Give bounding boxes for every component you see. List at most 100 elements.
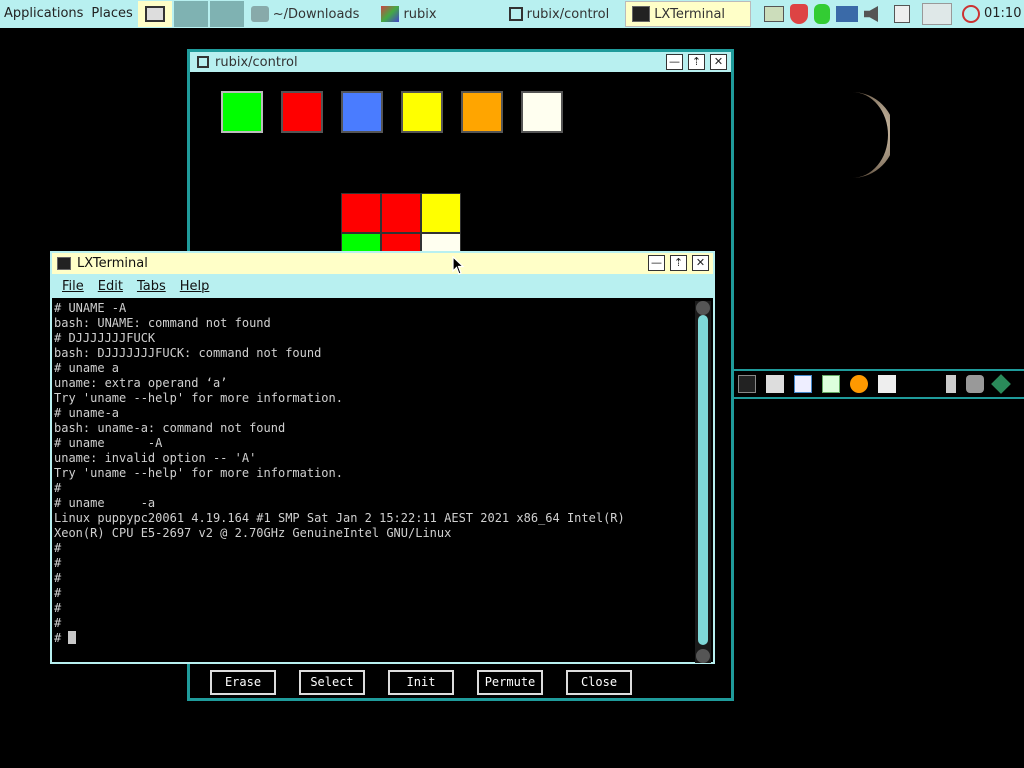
- volume-icon[interactable]: [864, 6, 878, 22]
- terminal-line: Linux puppypc20061 4.19.164 #1 SMP Sat J…: [54, 511, 625, 525]
- terminal-icon: [57, 257, 71, 270]
- window-titlebar[interactable]: rubix/control — ⇡ ✕: [190, 52, 731, 72]
- connect-icon[interactable]: [991, 374, 1011, 394]
- menu-file[interactable]: File: [62, 279, 84, 294]
- files-icon[interactable]: [766, 375, 784, 393]
- terminal-line: #: [54, 556, 62, 570]
- clock: 01:10: [984, 6, 1022, 21]
- menubar: File Edit Tabs Help: [52, 274, 713, 298]
- system-tray: [764, 0, 980, 28]
- close-button[interactable]: ✕: [692, 255, 709, 271]
- terminal-prompt-line[interactable]: #: [54, 631, 694, 646]
- palette-swatch[interactable]: [221, 91, 263, 133]
- places-menu[interactable]: Places: [87, 0, 136, 28]
- terminal-line: uname: invalid option -- 'A': [54, 451, 257, 465]
- terminal-line: #: [54, 601, 62, 615]
- cube-icon: [381, 6, 400, 22]
- puppy-icon[interactable]: [966, 375, 984, 393]
- editor-icon[interactable]: [878, 375, 896, 393]
- mouse-pointer-icon: [452, 256, 465, 275]
- select-button[interactable]: Select: [299, 670, 365, 695]
- task-label: ~/Downloads: [272, 6, 360, 22]
- applications-menu[interactable]: Applications: [0, 0, 87, 28]
- power-icon[interactable]: [962, 5, 980, 23]
- palette-swatch[interactable]: [461, 91, 503, 133]
- terminal-line: Try 'uname --help' for more information.: [54, 466, 343, 480]
- minimize-button[interactable]: —: [648, 255, 665, 271]
- scrollbar[interactable]: [695, 301, 711, 663]
- scroll-down-arrow[interactable]: [696, 649, 710, 663]
- task-label: rubix/control: [526, 6, 610, 22]
- erase-button[interactable]: Erase: [210, 670, 276, 695]
- clipboard-icon[interactable]: [894, 5, 910, 23]
- permute-button[interactable]: Permute: [477, 670, 543, 695]
- window-icon: [197, 56, 209, 68]
- init-button[interactable]: Init: [388, 670, 454, 695]
- menu-help[interactable]: Help: [180, 279, 210, 294]
- terminal-line: # DJJJJJJJFUCK: [54, 331, 156, 345]
- terminal-output[interactable]: # UNAME -A bash: UNAME: command not found…: [54, 301, 694, 661]
- terminal-line: #: [54, 616, 62, 630]
- task-label: LXTerminal: [654, 6, 726, 22]
- terminal-line: bash: UNAME: command not found: [54, 316, 271, 330]
- menu-edit[interactable]: Edit: [98, 279, 123, 294]
- terminal-prompt: #: [54, 631, 69, 645]
- terminal-icon[interactable]: [738, 375, 756, 393]
- cpu-monitor-icon: [922, 3, 952, 25]
- terminal-line: Try 'uname --help' for more information.: [54, 391, 343, 405]
- settings-icon[interactable]: [946, 375, 956, 393]
- terminal-line: # UNAME -A: [54, 301, 127, 315]
- terminal-line: #: [54, 481, 62, 495]
- maximize-button[interactable]: ⇡: [688, 54, 705, 70]
- palette-swatch[interactable]: [401, 91, 443, 133]
- scroll-thumb[interactable]: [698, 315, 708, 645]
- cube-cell[interactable]: [421, 193, 461, 233]
- window-icon: [508, 7, 523, 21]
- maximize-button[interactable]: ⇡: [670, 255, 687, 271]
- terminal-line: #: [54, 541, 62, 555]
- close-button[interactable]: Close: [566, 670, 632, 695]
- terminal-line: #: [54, 586, 62, 600]
- window-title: LXTerminal: [77, 256, 148, 271]
- workspace-1[interactable]: [137, 1, 172, 27]
- task-lxterminal[interactable]: LXTerminal: [625, 1, 752, 27]
- workspace-3[interactable]: [209, 1, 244, 27]
- window-title: rubix/control: [215, 54, 298, 70]
- moon-image: [852, 92, 890, 178]
- task-downloads[interactable]: ~/Downloads: [245, 1, 366, 27]
- terminal-line: #: [54, 571, 62, 585]
- terminal-line: # uname a: [54, 361, 120, 375]
- network-icon[interactable]: [836, 6, 858, 22]
- window-titlebar[interactable]: LXTerminal — ⇡ ✕: [52, 253, 713, 274]
- minimize-button[interactable]: —: [666, 54, 683, 70]
- desktop-icon: [144, 6, 165, 22]
- text-cursor: [68, 631, 77, 644]
- cube-cell[interactable]: [381, 193, 421, 233]
- palette-swatch[interactable]: [281, 91, 323, 133]
- launcher-panel: [734, 369, 1024, 399]
- terminal-line: Xeon(R) CPU E5-2697 v2 @ 2.70GHz Genuine…: [54, 526, 452, 540]
- terminal-icon: [632, 6, 651, 22]
- terminal-line: uname: extra operand ‘a’: [54, 376, 228, 390]
- paint-icon[interactable]: [850, 375, 868, 393]
- notes-icon[interactable]: [764, 6, 784, 22]
- menu-tabs[interactable]: Tabs: [137, 279, 166, 294]
- palette-swatch[interactable]: [521, 91, 563, 133]
- task-rubix[interactable]: rubix: [375, 1, 442, 27]
- close-button[interactable]: ✕: [710, 54, 727, 70]
- cube-cell[interactable]: [341, 193, 381, 233]
- shield-icon[interactable]: [790, 4, 808, 24]
- palette-swatch[interactable]: [341, 91, 383, 133]
- document-icon[interactable]: [794, 375, 812, 393]
- folder-icon: [250, 6, 269, 22]
- scroll-up-arrow[interactable]: [696, 301, 710, 315]
- terminal-line: # uname-a: [54, 406, 120, 420]
- task-rubix-control[interactable]: rubix/control: [503, 1, 616, 27]
- terminal-line: # uname -a: [54, 496, 156, 510]
- terminal-line: bash: uname-a: command not found: [54, 421, 286, 435]
- terminal-line: bash: DJJJJJJJFUCK: command not found: [54, 346, 322, 360]
- terminal-line: # uname -A: [54, 436, 163, 450]
- database-icon[interactable]: [814, 4, 830, 24]
- workspace-2[interactable]: [173, 1, 208, 27]
- spreadsheet-icon[interactable]: [822, 375, 840, 393]
